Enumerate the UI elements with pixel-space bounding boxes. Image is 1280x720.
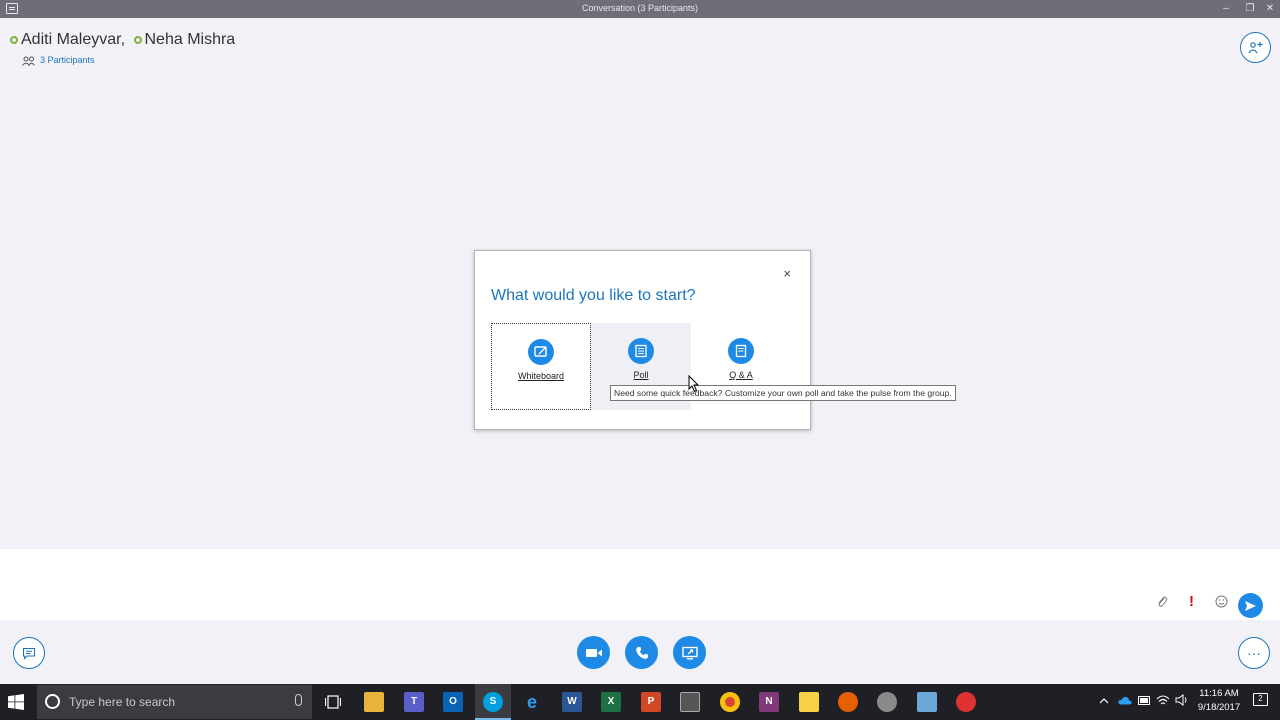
app-icon[interactable] [917, 692, 937, 712]
skype-icon[interactable]: S [483, 692, 503, 712]
participants-count-label: 3 Participants [40, 55, 95, 65]
presence-available-icon [133, 36, 142, 44]
video-icon [585, 648, 602, 657]
search-placeholder: Type here to search [69, 695, 176, 709]
whiteboard-icon [528, 339, 554, 365]
message-compose-area[interactable]: ! [0, 548, 1280, 620]
add-person-button[interactable] [1240, 32, 1271, 63]
call-button[interactable] [625, 636, 658, 669]
call-icon [635, 646, 648, 659]
minimize-button[interactable]: – [1216, 1, 1236, 17]
dialog-heading: What would you like to start? [491, 287, 696, 304]
wifi-icon[interactable] [1156, 694, 1170, 706]
close-window-button[interactable]: ✕ [1260, 1, 1280, 17]
powerpoint-icon[interactable]: P [641, 692, 661, 712]
taskbar-search-box[interactable]: Type here to search [37, 685, 312, 719]
onedrive-icon[interactable] [1118, 696, 1132, 705]
presence-available-icon [10, 36, 18, 44]
notification-count: 2 [1258, 694, 1263, 703]
teams-icon[interactable]: T [404, 692, 424, 712]
video-button[interactable] [577, 636, 610, 669]
windows-start-icon[interactable] [8, 694, 24, 710]
participant-name[interactable]: Aditi Maleyvar, [21, 31, 125, 48]
chrome-icon[interactable] [720, 692, 740, 712]
volume-icon[interactable] [1175, 694, 1189, 706]
poll-tooltip: Need some quick feedback? Customize your… [610, 385, 956, 401]
emoji-icon[interactable] [1215, 595, 1228, 608]
call-controls-bar: ··· [0, 620, 1280, 684]
mouse-cursor-icon [688, 375, 700, 393]
participant-name[interactable]: Neha Mishra [145, 31, 236, 48]
microphone-icon[interactable] [295, 694, 302, 706]
paperclip-icon[interactable] [1156, 595, 1168, 609]
conversation-header: Aditi Maleyvar, Neha Mishra 3 Participan… [0, 18, 1280, 74]
battery-icon[interactable] [1138, 696, 1151, 705]
cortana-icon [45, 694, 60, 709]
chat-bubble-icon [22, 647, 36, 660]
whiteboard-label: Whiteboard [517, 371, 565, 381]
show-conversation-button[interactable] [13, 637, 45, 669]
share-screen-icon [681, 646, 698, 659]
excel-icon[interactable]: X [601, 692, 621, 712]
participant-names: Aditi Maleyvar, Neha Mishra [10, 31, 235, 49]
more-options-icon: ··· [1247, 645, 1261, 661]
window-title: Conversation (3 Participants) [581, 3, 699, 13]
calculator-icon[interactable] [680, 692, 700, 712]
sticky-notes-icon[interactable] [799, 692, 819, 712]
snipping-tool-icon[interactable] [956, 692, 976, 712]
send-icon [1245, 600, 1256, 611]
clock-time: 11:16 AM [1199, 688, 1239, 699]
file-explorer-icon[interactable] [364, 692, 384, 712]
important-button[interactable]: ! [1189, 593, 1194, 610]
window-title-bar: Conversation (3 Participants) – ❐ ✕ [0, 0, 1280, 18]
people-icon [22, 56, 35, 66]
taskbar-clock[interactable]: 11:16 AM 9/18/2017 [1194, 687, 1244, 715]
poll-label: Poll [633, 370, 649, 380]
qa-label: Q & A [729, 370, 753, 380]
add-person-icon [1248, 42, 1262, 54]
qa-icon [728, 338, 754, 364]
close-dialog-button[interactable]: × [783, 266, 791, 281]
more-options-button[interactable]: ··· [1238, 637, 1270, 669]
action-center-icon[interactable]: 2 [1253, 693, 1268, 706]
edge-icon[interactable]: e [522, 692, 542, 712]
clock-date: 9/18/2017 [1197, 702, 1241, 713]
word-icon[interactable]: W [562, 692, 582, 712]
firefox-icon[interactable] [838, 692, 858, 712]
participants-link[interactable]: 3 Participants [22, 55, 95, 66]
paint-icon[interactable] [877, 692, 897, 712]
show-hidden-icons-chevron-icon[interactable] [1099, 697, 1109, 704]
onenote-icon[interactable]: N [759, 692, 779, 712]
poll-icon [628, 338, 654, 364]
restore-button[interactable]: ❐ [1240, 1, 1260, 17]
start-collaboration-dialog: × What would you like to start? Whiteboa… [474, 250, 811, 430]
share-screen-button[interactable] [673, 636, 706, 669]
windows-taskbar: Type here to search T O S e W X P N 11:1… [0, 684, 1280, 720]
whiteboard-option[interactable]: Whiteboard [491, 323, 591, 410]
outlook-icon[interactable]: O [443, 692, 463, 712]
send-button[interactable] [1238, 593, 1263, 618]
task-view-icon[interactable] [325, 695, 341, 709]
